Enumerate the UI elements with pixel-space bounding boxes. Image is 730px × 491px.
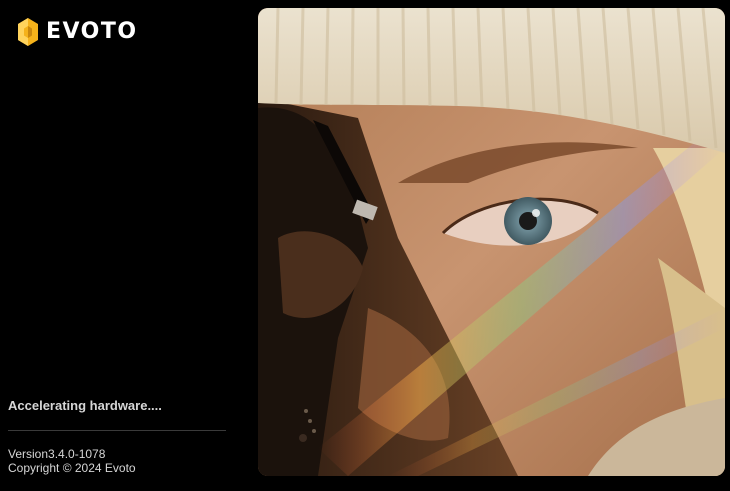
brand-name: EVOTO: [46, 19, 138, 44]
brand: EVOTO: [17, 17, 138, 47]
divider: [8, 430, 226, 431]
portrait-photo: [258, 8, 725, 476]
copyright-label: Copyright © 2024 Evoto: [8, 461, 136, 475]
splash-window: EVOTO Accelerating hardware.... Version3…: [0, 0, 730, 491]
hero-photo: [258, 8, 725, 476]
loading-status: Accelerating hardware....: [8, 398, 162, 413]
version-label: Version3.4.0-1078: [8, 447, 106, 461]
evoto-logo-icon: [18, 18, 38, 46]
